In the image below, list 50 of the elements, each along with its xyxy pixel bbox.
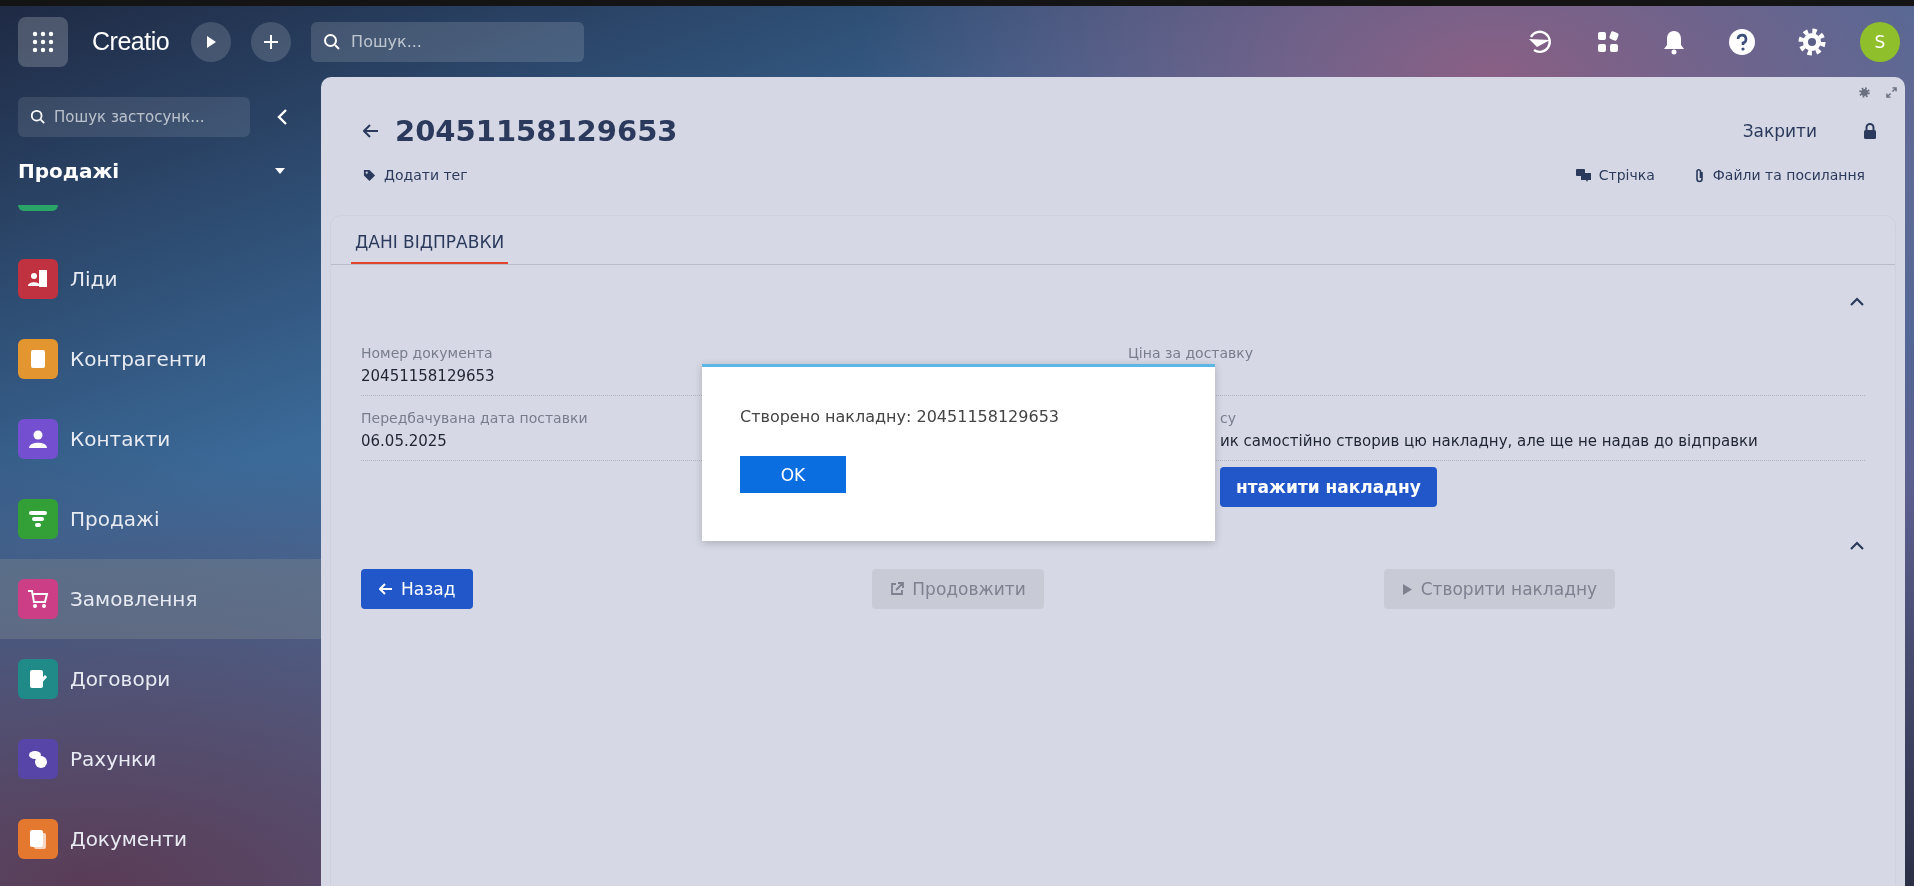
feed-button[interactable]: Стрічка (1575, 167, 1655, 183)
logo: Creatio (92, 27, 170, 56)
field-label: су (1220, 410, 1236, 426)
files-links-button[interactable]: Файли та посилання (1694, 167, 1865, 183)
sidebar-item[interactable]: Замовлення (0, 559, 321, 639)
ok-button[interactable]: OK (740, 456, 846, 493)
expand-icon[interactable] (1886, 87, 1897, 98)
download-button[interactable]: нтажити накладну (1220, 467, 1437, 507)
help-icon[interactable] (1728, 27, 1756, 56)
chat-icon (1575, 168, 1591, 182)
search-icon (323, 32, 342, 51)
sidebar-item[interactable]: Контрагенти (0, 319, 321, 399)
back-button[interactable]: Назад (361, 569, 474, 609)
lock-icon (1863, 123, 1877, 139)
external-link-icon (890, 582, 905, 596)
grid-icon (31, 29, 55, 54)
apps-menu-button[interactable] (18, 16, 68, 67)
field-value: ик самостійно створив цю накладну, але ще не надав до відправки (1220, 432, 1758, 450)
sidebar-item[interactable]: Продажі (0, 479, 321, 559)
sidebar-item[interactable]: Договори (0, 639, 321, 719)
dropdown-caret-icon[interactable] (275, 168, 285, 174)
field-value: 20451158129653 (361, 367, 495, 385)
notifications-icon[interactable] (1662, 28, 1686, 55)
tag-icon (363, 168, 376, 182)
close-button[interactable]: Закрити (1742, 121, 1817, 141)
field-value: 06.05.2025 (361, 432, 447, 450)
sidebar-item[interactable]: Рахунки (0, 719, 321, 799)
field-label: Номер документа (361, 345, 493, 361)
back-arrow-icon[interactable] (363, 124, 379, 138)
tab[interactable]: ДАНІ ВІДПРАВКИ (351, 232, 509, 264)
add-tag-button[interactable]: Додати тег (363, 167, 468, 183)
field-label: Ціна за доставку (1128, 345, 1254, 361)
settings-icon[interactable] (1859, 87, 1870, 98)
field-label: Передбачувана дата поставки (361, 410, 588, 426)
collapse-section-icon[interactable] (1850, 297, 1864, 306)
arrow-left-icon (379, 583, 393, 595)
sidebar-item[interactable]: Ліди (0, 239, 321, 319)
paperclip-icon (1694, 167, 1705, 183)
sidebar-item[interactable]: Контакти (0, 399, 321, 479)
widgets-icon[interactable] (1596, 29, 1620, 54)
plus-icon (263, 33, 280, 50)
search-icon (30, 109, 46, 125)
collapse-section-icon[interactable] (1850, 541, 1864, 550)
section-title[interactable]: Продажі (18, 159, 120, 183)
record-title: 20451158129653 (395, 114, 678, 148)
collapse-icon[interactable] (276, 108, 288, 126)
menu-item-icon (18, 205, 58, 211)
play-icon (1401, 582, 1413, 596)
dialog-message: Створено накладну: 20451158129653 (740, 407, 1059, 426)
sidebar-item[interactable]: Документи (0, 799, 321, 879)
